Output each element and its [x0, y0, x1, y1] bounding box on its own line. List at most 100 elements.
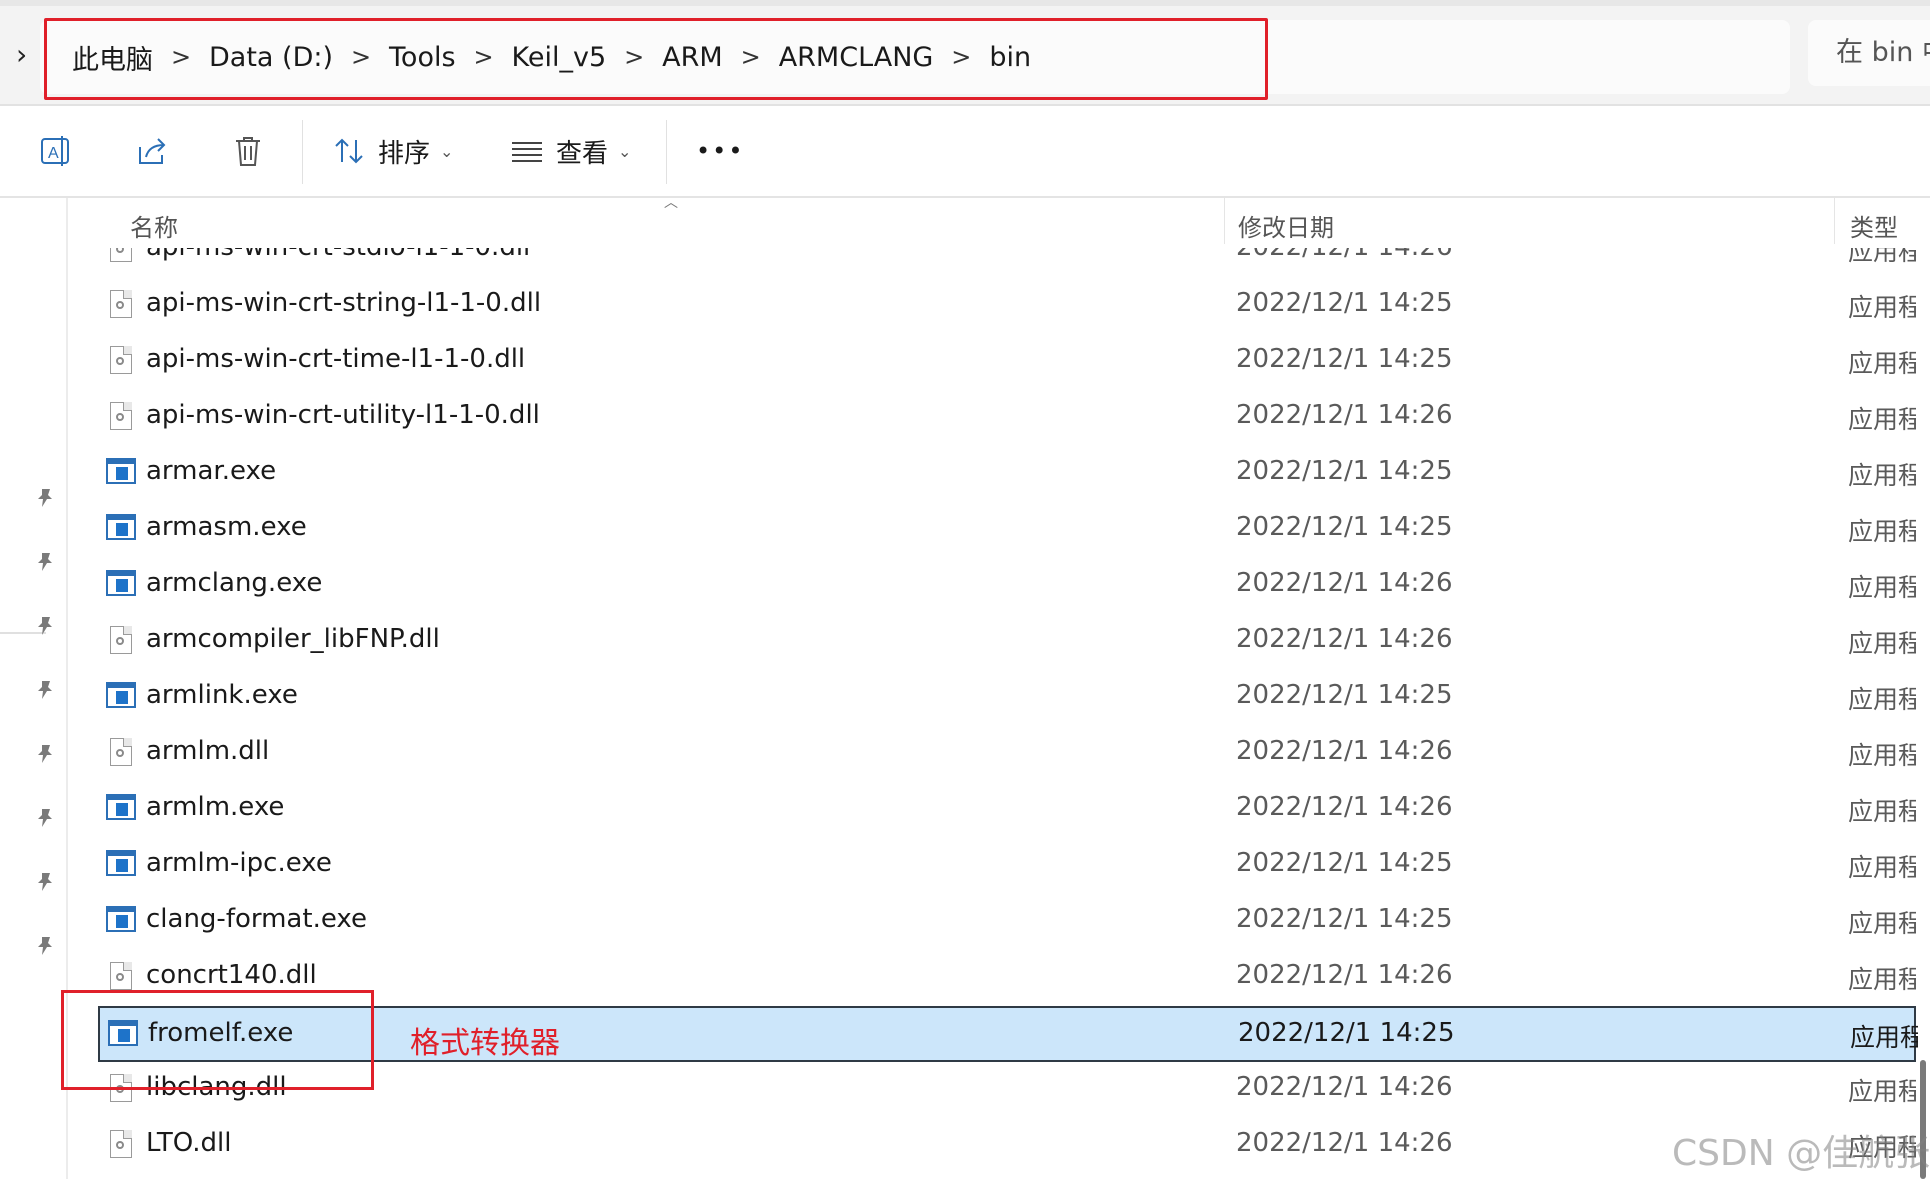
table-row[interactable]: LTO.dll2022/12/1 14:26应用程序扩展 [98, 1118, 1916, 1174]
exe-file-icon [106, 682, 136, 712]
table-row[interactable]: armlink.exe 2022/12/1 14:25 应用程序 [98, 670, 1916, 726]
file-date: 2022/12/1 14:26 [1236, 792, 1453, 822]
file-date: 2022/12/1 14:26 [1236, 624, 1453, 654]
sort-icon [335, 138, 363, 164]
column-divider[interactable] [1834, 198, 1835, 244]
table-row[interactable]: armlm.dll 2022/12/1 14:26 应用程序扩展 [98, 726, 1916, 782]
command-bar: A 排序 ⌄ 查看 ⌄ ••• [0, 106, 1930, 198]
exe-file-icon [106, 514, 136, 544]
table-row[interactable]: armar.exe 2022/12/1 14:25 应用程序 [98, 446, 1916, 502]
pin-icon[interactable] [33, 550, 57, 574]
address-highlight-box [44, 18, 1268, 100]
file-name: armar.exe [146, 456, 277, 486]
table-row[interactable]: api-ms-win-crt-utility-l1-1-0.dll 2022/12… [98, 390, 1916, 446]
pin-icon[interactable] [33, 870, 57, 894]
file-name: api-ms-win-crt-time-l1-1-0.dll [146, 344, 526, 374]
dll-file-icon [106, 626, 136, 656]
expand-chevron-icon[interactable]: › [16, 38, 38, 72]
file-type: 应用程序 [1848, 685, 1916, 714]
view-button[interactable]: 查看 ⌄ [510, 126, 631, 176]
file-name: concrt140.dll [146, 960, 317, 990]
column-date-header[interactable]: 修改日期 [1238, 208, 1334, 243]
file-type: 应用程序扩展 [1848, 293, 1916, 322]
column-divider[interactable] [1224, 198, 1225, 244]
file-name: armasm.exe [146, 512, 307, 542]
file-date: 2022/12/1 14:26 [1236, 960, 1453, 990]
exe-file-icon [106, 570, 136, 600]
file-name: api-ms-win-crt-string-l1-1-0.dll [146, 288, 542, 318]
file-name: api-ms-win-crt-utility-l1-1-0.dll [146, 400, 540, 430]
table-row[interactable]: clang-format.exe 2022/12/1 14:25 应用程序 [98, 894, 1916, 950]
table-row[interactable]: api-ms-win-crt-time-l1-1-0.dll 2022/12/1 … [98, 334, 1916, 390]
view-label: 查看 [556, 138, 609, 169]
search-input[interactable]: 在 bin 中 [1808, 20, 1930, 86]
share-icon[interactable] [132, 131, 172, 171]
delete-icon[interactable] [228, 131, 268, 171]
file-name: LTO.dll [146, 1128, 232, 1158]
file-type: 应用程序 [1848, 461, 1916, 490]
file-name: armlm-ipc.exe [146, 848, 332, 878]
dll-file-icon [106, 290, 136, 320]
file-date: 2022/12/1 14:26 [1236, 1072, 1453, 1102]
table-row[interactable]: armclang.exe 2022/12/1 14:26 应用程序 [98, 558, 1916, 614]
dll-file-icon [106, 962, 136, 992]
more-options-button[interactable]: ••• [696, 126, 744, 176]
file-date: 2022/12/1 14:26 [1236, 736, 1453, 766]
file-date: 2022/12/1 14:25 [1236, 512, 1453, 542]
column-type-header[interactable]: 类型 [1850, 208, 1898, 243]
file-type: 应用程序 [1850, 1023, 1918, 1052]
column-name-header[interactable]: 名称 [130, 208, 178, 243]
window-top-edge [0, 0, 1930, 6]
pin-icon[interactable] [33, 742, 57, 766]
file-type: 应用程序 [1848, 909, 1916, 938]
sort-button[interactable]: 排序 ⌄ [332, 126, 453, 176]
svg-text:A: A [48, 145, 59, 162]
column-header: 名称 修改日期 类型 [68, 198, 1930, 248]
dll-file-icon [106, 402, 136, 432]
file-type: 应用程序扩展 [1848, 741, 1916, 770]
file-date: 2022/12/1 14:25 [1236, 344, 1453, 374]
file-type: 应用程序 [1848, 797, 1916, 826]
sort-label: 排序 [378, 138, 431, 169]
file-date: 2022/12/1 14:25 [1236, 680, 1453, 710]
file-highlight-box [61, 990, 374, 1090]
table-row[interactable]: armlm-ipc.exe 2022/12/1 14:25 应用程序 [98, 838, 1916, 894]
dll-file-icon [106, 346, 136, 376]
file-date: 2022/12/1 14:25 [1236, 904, 1453, 934]
file-type: 应用程序扩展 [1848, 1077, 1916, 1106]
chevron-down-icon: ⌄ [440, 141, 454, 161]
sort-caret-icon: ︿ [664, 195, 678, 211]
file-date: 2022/12/1 14:26 [1236, 400, 1453, 430]
file-type: 应用程序 [1848, 517, 1916, 546]
pin-icon[interactable] [33, 614, 57, 638]
rename-icon[interactable]: A [36, 131, 76, 171]
file-date: 2022/12/1 14:25 [1238, 1018, 1455, 1048]
file-date: 2022/12/1 14:26 [1236, 568, 1453, 598]
pin-icon[interactable] [33, 806, 57, 830]
file-type: 应用程序扩展 [1848, 965, 1916, 994]
toolbar-divider [302, 120, 303, 184]
dll-file-icon [106, 738, 136, 768]
file-name: clang-format.exe [146, 904, 367, 934]
navigation-pane [0, 198, 68, 1179]
file-name: armlm.exe [146, 792, 285, 822]
toolbar-divider [666, 120, 667, 184]
file-date: 2022/12/1 14:26 [1236, 1128, 1453, 1158]
exe-file-icon [106, 850, 136, 880]
file-type: 应用程序 [1848, 573, 1916, 602]
file-date: 2022/12/1 14:25 [1236, 456, 1453, 486]
table-row[interactable]: api-ms-win-crt-string-l1-1-0.dll 2022/12/… [98, 278, 1916, 334]
table-row[interactable]: armasm.exe 2022/12/1 14:25 应用程序 [98, 502, 1916, 558]
exe-file-icon [106, 906, 136, 936]
table-row[interactable]: armlm.exe 2022/12/1 14:26 应用程序 [98, 782, 1916, 838]
table-row[interactable]: armcompiler_libFNP.dll 2022/12/1 14:26 应用程… [98, 614, 1916, 670]
pin-icon[interactable] [33, 678, 57, 702]
dll-file-icon [106, 1130, 136, 1160]
pin-icon[interactable] [33, 486, 57, 510]
watermark: CSDN @佳航张 [1672, 1133, 1930, 1174]
file-type: 应用程序扩展 [1848, 349, 1916, 378]
address-bar-area: › 此电脑 > Data (D:) > Tools > Keil_v5 > AR… [0, 0, 1930, 106]
exe-file-icon [106, 794, 136, 824]
pin-icon[interactable] [33, 934, 57, 958]
file-date: 2022/12/1 14:25 [1236, 288, 1453, 318]
